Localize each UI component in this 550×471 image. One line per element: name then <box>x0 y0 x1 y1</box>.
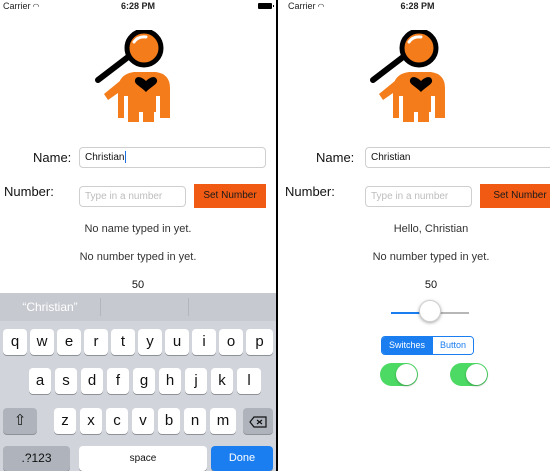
name-message: No name typed in yet. <box>84 223 192 235</box>
key-l[interactable]: l <box>237 368 261 394</box>
key-t[interactable]: t <box>111 329 135 355</box>
key-j[interactable]: j <box>185 368 207 394</box>
number-message: No number typed in yet. <box>372 251 490 263</box>
key-s[interactable]: s <box>55 368 77 394</box>
device-bezel <box>276 0 278 471</box>
number-message: No number typed in yet. <box>79 251 197 263</box>
status-bar: Carrier ◠ 6:28 PM <box>285 0 550 14</box>
key-v[interactable]: v <box>132 408 154 434</box>
number-input[interactable]: Type in a number <box>365 186 472 207</box>
key-a[interactable]: a <box>29 368 51 394</box>
shift-icon: ⇧ <box>13 412 27 429</box>
number-input[interactable]: Type in a number <box>79 186 186 207</box>
key-h[interactable]: h <box>159 368 181 394</box>
key-u[interactable]: u <box>165 329 189 355</box>
switch-knob <box>396 364 417 385</box>
number-label: Number: <box>285 184 335 199</box>
suggestion-bar: “Christian” <box>0 293 276 321</box>
slider-value: 50 <box>424 279 438 291</box>
key-i[interactable]: i <box>192 329 216 355</box>
name-input[interactable]: Christian <box>79 147 266 168</box>
done-key[interactable]: Done <box>211 446 273 471</box>
key-k[interactable]: k <box>211 368 233 394</box>
shift-key[interactable]: ⇧ <box>3 408 37 434</box>
key-r[interactable]: r <box>84 329 108 355</box>
suggestion-divider <box>188 298 189 316</box>
key-x[interactable]: x <box>80 408 102 434</box>
segmented-control: Switches Button <box>381 336 475 355</box>
segment-switches[interactable]: Switches <box>382 337 434 354</box>
backspace-icon <box>249 416 267 428</box>
key-g[interactable]: g <box>133 368 155 394</box>
key-w[interactable]: w <box>30 329 54 355</box>
person-magnifier-heart-icon <box>95 30 170 122</box>
name-message: Hello, Christian <box>393 223 469 235</box>
backspace-key[interactable] <box>243 408 273 434</box>
key-f[interactable]: f <box>107 368 129 394</box>
set-number-button[interactable]: Set Number <box>480 184 550 208</box>
name-input[interactable]: Christian <box>365 147 550 168</box>
battery-icon <box>258 3 274 9</box>
space-key[interactable]: space <box>79 446 207 471</box>
key-z[interactable]: z <box>54 408 76 434</box>
key-c[interactable]: c <box>106 408 128 434</box>
key-o[interactable]: o <box>219 329 243 355</box>
key-e[interactable]: e <box>57 329 81 355</box>
switch-2[interactable] <box>450 363 488 386</box>
key-d[interactable]: d <box>81 368 103 394</box>
status-time: 6:28 PM <box>120 1 155 11</box>
key-n[interactable]: n <box>184 408 206 434</box>
slider-thumb[interactable] <box>419 300 441 322</box>
person-magnifier-heart-icon <box>370 30 445 122</box>
text-caret <box>125 151 127 164</box>
phone-screen-right: Carrier ◠ 6:28 PM Name: Christian Number:… <box>285 0 550 471</box>
number-label: Number: <box>4 184 54 199</box>
name-label: Name: <box>33 150 72 165</box>
key-y[interactable]: y <box>138 329 162 355</box>
segment-button[interactable]: Button <box>433 337 474 354</box>
set-number-button[interactable]: Set Number <box>194 184 266 208</box>
slider-value: 50 <box>131 279 145 291</box>
keyboard: “Christian” q w e r t y u i o p a s d f … <box>0 293 276 471</box>
name-label: Name: <box>316 150 355 165</box>
switch-1[interactable] <box>380 363 418 386</box>
key-q[interactable]: q <box>3 329 27 355</box>
key-m[interactable]: m <box>210 408 236 434</box>
numbers-key[interactable]: .?123 <box>3 446 70 471</box>
suggestion-item[interactable]: “Christian” <box>0 293 100 321</box>
phone-screen-left: Carrier ◠ 6:28 PM Name: Christian Number:… <box>0 0 276 471</box>
switch-knob <box>466 364 487 385</box>
status-bar: Carrier ◠ 6:28 PM <box>0 0 276 14</box>
key-b[interactable]: b <box>158 408 180 434</box>
status-time: 6:28 PM <box>400 1 435 11</box>
suggestion-divider <box>100 298 101 316</box>
key-p[interactable]: p <box>246 329 273 355</box>
